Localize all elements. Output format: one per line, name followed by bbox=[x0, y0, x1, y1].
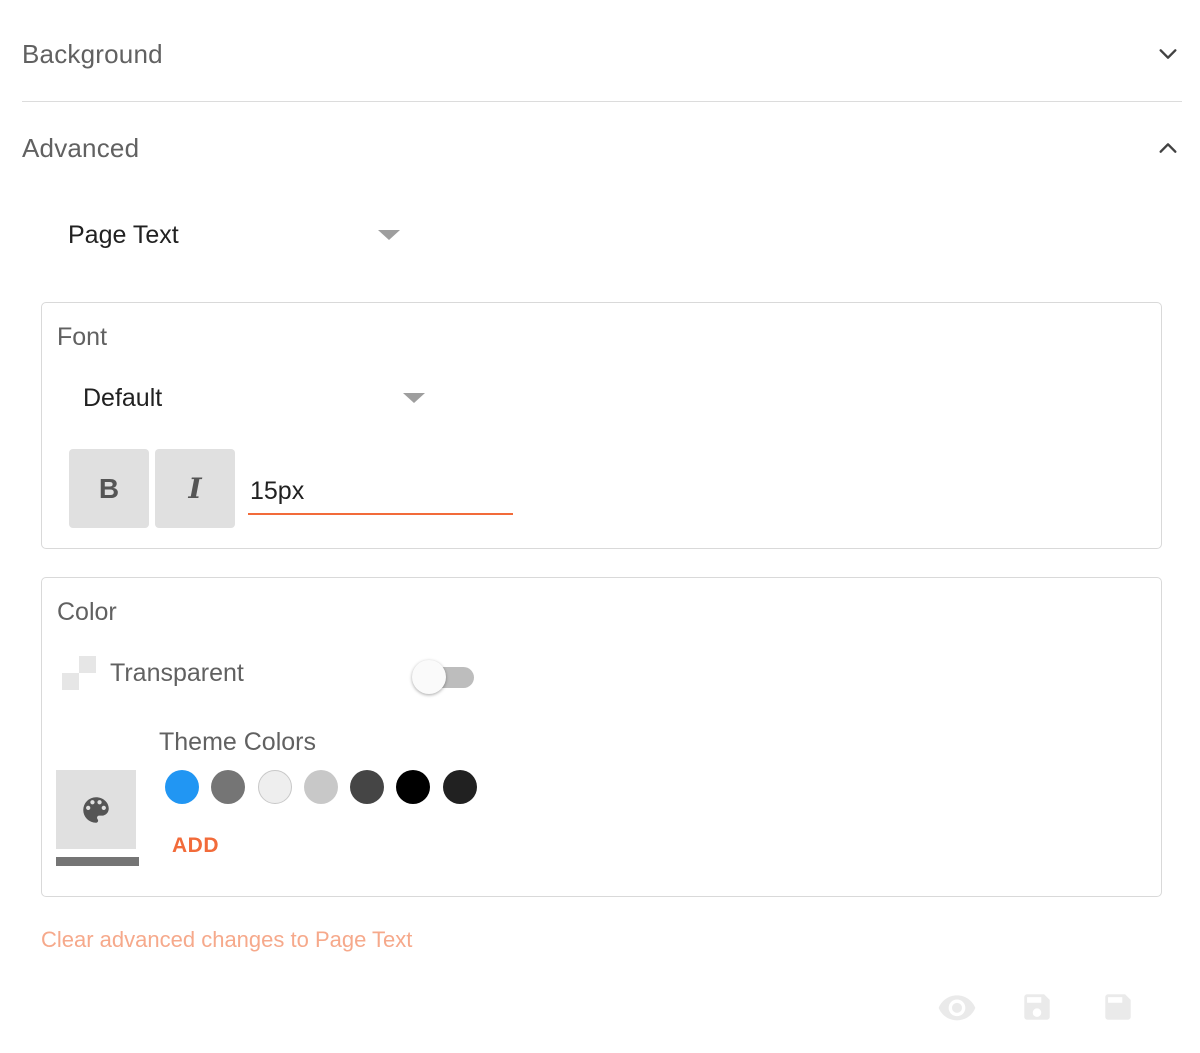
save-as-icon[interactable] bbox=[1017, 990, 1057, 1024]
toggle-knob bbox=[412, 660, 446, 694]
dropdown-arrow-icon bbox=[378, 230, 400, 240]
clear-advanced-changes-link[interactable]: Clear advanced changes to Page Text bbox=[41, 927, 412, 953]
target-element-value: Page Text bbox=[68, 220, 179, 249]
theme-color-swatch[interactable] bbox=[350, 770, 385, 804]
theme-color-swatch[interactable] bbox=[257, 770, 292, 804]
theme-color-swatch[interactable] bbox=[442, 770, 477, 804]
palette-icon bbox=[83, 796, 109, 823]
background-section-title: Background bbox=[22, 38, 163, 69]
italic-button[interactable]: I bbox=[155, 449, 235, 528]
color-panel-title: Color bbox=[57, 598, 117, 626]
target-element-select[interactable]: Page Text bbox=[68, 216, 400, 254]
color-panel: Color Transparent Theme Colors ADD bbox=[41, 577, 1162, 897]
theme-color-swatches bbox=[165, 770, 489, 804]
font-size-input[interactable] bbox=[248, 469, 513, 515]
dropdown-arrow-icon bbox=[403, 393, 425, 403]
transparent-row: Transparent bbox=[62, 656, 244, 690]
transparent-toggle[interactable] bbox=[412, 660, 474, 694]
section-divider bbox=[22, 101, 1182, 102]
theme-color-swatch[interactable] bbox=[165, 770, 199, 804]
chevron-down-icon[interactable] bbox=[1154, 40, 1182, 68]
italic-icon: I bbox=[188, 472, 202, 505]
theme-color-swatch[interactable] bbox=[396, 770, 431, 804]
font-panel: Font Default B I bbox=[41, 302, 1162, 549]
advanced-section-header[interactable]: Advanced bbox=[22, 128, 1182, 168]
advanced-section-title: Advanced bbox=[22, 132, 140, 163]
eye-icon[interactable] bbox=[937, 990, 977, 1024]
background-section-header[interactable]: Background bbox=[22, 34, 1182, 74]
transparent-label: Transparent bbox=[110, 658, 244, 687]
theme-colors-label: Theme Colors bbox=[159, 728, 316, 756]
bold-button[interactable]: B bbox=[69, 449, 149, 528]
chevron-up-icon[interactable] bbox=[1154, 134, 1182, 162]
color-picker-button[interactable] bbox=[56, 770, 136, 849]
font-family-select[interactable]: Default bbox=[83, 379, 425, 417]
bold-icon: B bbox=[98, 472, 120, 504]
theme-color-swatch[interactable] bbox=[211, 770, 246, 804]
save-icon[interactable] bbox=[1098, 990, 1138, 1024]
transparency-checker-icon bbox=[62, 656, 96, 690]
add-color-button[interactable]: ADD bbox=[172, 834, 219, 858]
current-color-indicator bbox=[56, 857, 139, 866]
font-panel-title: Font bbox=[57, 323, 108, 351]
theme-color-swatch[interactable] bbox=[303, 770, 338, 804]
font-family-value: Default bbox=[83, 383, 163, 412]
